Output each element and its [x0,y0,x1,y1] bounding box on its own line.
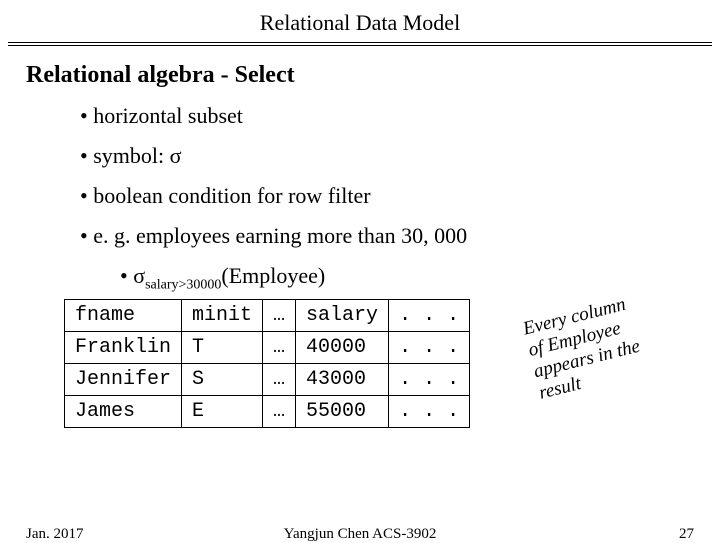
cell: Jennifer [65,364,182,396]
sigma-symbol: σ [170,143,182,168]
cell: James [65,396,182,428]
bullet-item: e. g. employees earning more than 30, 00… [80,223,720,249]
cell: … [263,332,296,364]
footer-date: Jan. 2017 [26,526,84,543]
table-row: Franklin T … 40000 . . . [65,332,470,364]
cell: . . . [389,364,470,396]
sigma-symbol: σ [133,263,145,288]
cell: . . . [389,396,470,428]
table-row: Jennifer S … 43000 . . . [65,364,470,396]
bullet-text: symbol: [93,143,169,168]
table-row: James E … 55000 . . . [65,396,470,428]
cell: 43000 [296,364,389,396]
annotation-note: Every column of Employee appears in the … [521,279,702,404]
cell: … [263,364,296,396]
cell: 40000 [296,332,389,364]
col-header: . . . [389,300,470,332]
bullet-item: symbol: σ [80,143,720,169]
cell: 55000 [296,396,389,428]
bullet-list: horizontal subset symbol: σ boolean cond… [80,103,720,293]
col-header: fname [65,300,182,332]
cell: … [263,396,296,428]
section-heading: Relational algebra - Select [26,62,720,89]
expression-subscript: salary>30000 [145,277,221,292]
expression-item: σsalary>30000(Employee) [120,263,720,293]
bullet-item: horizontal subset [80,103,720,129]
cell: Franklin [65,332,182,364]
divider-top [8,42,712,43]
cell: . . . [389,332,470,364]
table-header-row: fname minit … salary . . . [65,300,470,332]
footer-center: Yangjun Chen ACS-3902 [284,526,437,543]
result-table: fname minit … salary . . . Franklin T … … [64,299,470,428]
bullet-item: boolean condition for row filter [80,183,720,209]
col-header: salary [296,300,389,332]
page-number: 27 [679,526,694,543]
divider-bottom [8,45,712,46]
col-header: … [263,300,296,332]
col-header: minit [182,300,263,332]
page-title: Relational Data Model [0,0,720,42]
cell: E [182,396,263,428]
expression-rest: (Employee) [221,263,325,288]
cell: S [182,364,263,396]
cell: T [182,332,263,364]
